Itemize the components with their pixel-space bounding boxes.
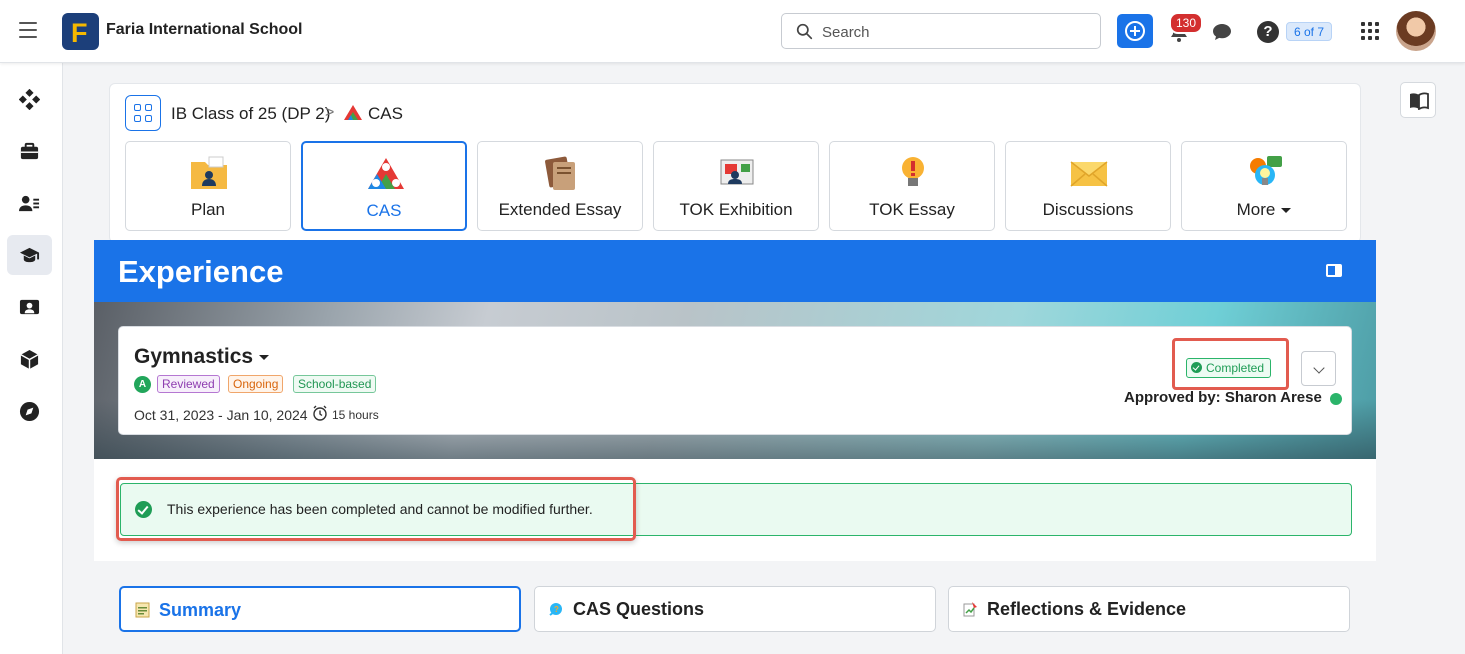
breadcrumb-current: CAS bbox=[368, 104, 403, 123]
tile-label: More bbox=[1182, 200, 1346, 220]
tile-plan[interactable]: Plan bbox=[125, 141, 291, 231]
alert-message: This experience has been completed and c… bbox=[167, 501, 593, 517]
tab-label: Reflections & Evidence bbox=[987, 599, 1187, 619]
experience-card: Gymnastics A Reviewed Ongoing School-bas… bbox=[118, 326, 1352, 435]
page-title: Experience bbox=[118, 254, 284, 289]
logo-letter: F bbox=[71, 18, 88, 48]
tile-tok-exhibition[interactable]: TOK Exhibition bbox=[653, 141, 819, 231]
open-book-button[interactable] bbox=[1400, 82, 1436, 118]
plus-icon bbox=[1125, 21, 1145, 41]
sidebar-item-teaching[interactable] bbox=[7, 287, 52, 327]
status-label: Completed bbox=[1206, 361, 1265, 375]
class-grid-button[interactable] bbox=[125, 95, 161, 131]
tile-label: Discussions bbox=[1042, 200, 1134, 219]
experience-header: Experience bbox=[94, 240, 1376, 302]
school-logo[interactable]: F bbox=[62, 13, 99, 50]
alarm-clock-icon bbox=[313, 405, 327, 421]
tile-label-text: More bbox=[1236, 200, 1276, 219]
tab-label: Summary bbox=[159, 600, 242, 620]
tab-label: CAS Questions bbox=[573, 599, 705, 619]
reflections-icon bbox=[963, 602, 977, 617]
summary-notepad-icon bbox=[135, 602, 150, 618]
compass-icon bbox=[19, 401, 40, 422]
left-sidebar bbox=[0, 63, 63, 654]
check-circle-icon bbox=[1330, 393, 1342, 405]
tile-label: Plan bbox=[190, 200, 226, 219]
ongoing-tag: Ongoing bbox=[228, 375, 284, 393]
search-placeholder: Search bbox=[822, 24, 870, 41]
experience-name-dropdown[interactable]: Gymnastics bbox=[134, 345, 270, 369]
envelope-icon bbox=[1070, 161, 1108, 187]
tile-extended-essay[interactable]: Extended Essay bbox=[477, 141, 643, 231]
svg-text:?: ? bbox=[554, 605, 559, 614]
tile-label: CAS bbox=[366, 201, 402, 220]
tile-cas[interactable]: CAS bbox=[301, 141, 467, 231]
reviewed-tag: Reviewed bbox=[157, 375, 220, 393]
top-bar: F Faria International School Search 130 … bbox=[0, 0, 1465, 63]
tile-discussions[interactable]: Discussions bbox=[1005, 141, 1171, 231]
sidebar-item-programme[interactable] bbox=[7, 235, 52, 275]
search-icon bbox=[796, 23, 813, 40]
person-list-icon bbox=[19, 195, 40, 212]
tile-label: TOK Exhibition bbox=[679, 200, 793, 219]
cas-questions-icon: ? bbox=[549, 603, 562, 616]
experience-dates: Oct 31, 2023 - Jan 10, 2024 bbox=[134, 407, 308, 423]
sidebar-item-dashboard[interactable] bbox=[7, 79, 52, 119]
user-avatar[interactable] bbox=[1396, 11, 1436, 51]
tab-reflections-evidence[interactable]: Reflections & Evidence bbox=[948, 586, 1350, 632]
briefcase-icon bbox=[20, 142, 39, 160]
tab-summary[interactable]: Summary bbox=[119, 586, 521, 632]
sidebar-item-students[interactable] bbox=[7, 183, 52, 223]
presentation-icon bbox=[19, 299, 40, 315]
sidebar-item-resources[interactable] bbox=[7, 339, 52, 379]
sidebar-item-explore[interactable] bbox=[7, 391, 52, 431]
tile-label: Extended Essay bbox=[498, 200, 622, 219]
school-name[interactable]: Faria International School bbox=[106, 21, 302, 39]
add-button[interactable] bbox=[1117, 14, 1153, 48]
extended-essay-icon bbox=[545, 156, 575, 190]
approved-by: Approved by: Sharon Arese bbox=[1124, 389, 1322, 406]
side-panel-icon[interactable] bbox=[1326, 264, 1342, 277]
book-icon bbox=[1410, 92, 1429, 110]
cube-icon bbox=[20, 349, 39, 370]
experience-name: Gymnastics bbox=[134, 345, 254, 368]
tok-exhibition-icon bbox=[720, 159, 754, 185]
experience-hours: 15 hours bbox=[332, 408, 379, 422]
status-badge: Completed bbox=[1186, 358, 1272, 378]
class-card: IB Class of 25 (DP 2) > CAS Plan CAS Ext… bbox=[109, 83, 1361, 243]
more-icon bbox=[1250, 156, 1282, 185]
tile-more[interactable]: More bbox=[1181, 141, 1347, 231]
check-circle-icon bbox=[135, 501, 152, 518]
tile-tok-essay[interactable]: TOK Essay bbox=[829, 141, 995, 231]
school-based-tag: School-based bbox=[293, 375, 377, 393]
strand-badge: A bbox=[134, 376, 151, 393]
tile-label: TOK Essay bbox=[869, 200, 955, 219]
diamond-grid-icon bbox=[19, 89, 40, 110]
caret-down-icon bbox=[259, 354, 270, 360]
chat-icon[interactable] bbox=[1211, 21, 1233, 43]
graduation-cap-icon bbox=[19, 247, 40, 263]
cas-triangle-icon bbox=[344, 105, 362, 120]
tok-essay-icon bbox=[902, 157, 924, 186]
expand-button[interactable] bbox=[1301, 351, 1336, 386]
breadcrumb-separator: > bbox=[325, 104, 335, 121]
notification-count-badge: 130 bbox=[1169, 12, 1204, 34]
page-indicator[interactable]: 6 of 7 bbox=[1286, 22, 1333, 41]
help-icon[interactable]: ? bbox=[1257, 21, 1279, 43]
search-input[interactable]: Search bbox=[781, 13, 1101, 49]
menu-icon[interactable] bbox=[19, 22, 37, 40]
apps-grid-icon[interactable] bbox=[1361, 22, 1379, 40]
breadcrumb-class[interactable]: IB Class of 25 (DP 2) bbox=[171, 104, 330, 124]
tab-cas-questions[interactable]: ? CAS Questions bbox=[534, 586, 936, 632]
check-circle-icon bbox=[1191, 362, 1202, 373]
plan-folder-icon bbox=[191, 156, 227, 189]
cas-triangle-icon bbox=[368, 158, 404, 189]
caret-down-icon bbox=[1281, 208, 1292, 214]
sidebar-item-briefcase[interactable] bbox=[7, 131, 52, 171]
